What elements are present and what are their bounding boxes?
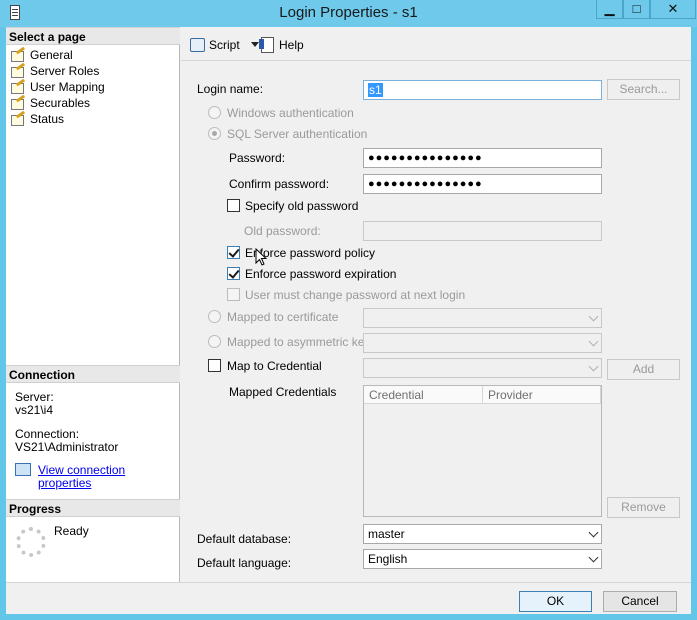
grid-column-credential: Credential [364,386,483,404]
close-button[interactable]: ✕ [650,0,696,19]
ok-button[interactable]: OK [519,591,592,612]
enforce-policy-checkbox[interactable] [227,246,240,259]
page-item-status[interactable]: Status [10,111,64,127]
page-icon [10,113,26,126]
map-credential-label: Map to Credential [227,359,322,373]
page-label: Securables [30,96,91,110]
progress-header: Progress [6,499,180,517]
asymmetric-key-select[interactable] [363,333,602,353]
sql-auth-radio[interactable] [208,127,221,140]
window-title: Login Properties - s1 [279,4,418,21]
page-icon [10,65,26,78]
grid-column-provider: Provider [483,386,601,404]
mouse-cursor-icon [255,248,268,266]
progress-status: Ready [54,524,89,538]
mapped-credentials-label: Mapped Credentials [229,385,337,399]
page-icon [10,81,26,94]
default-language-label: Default language: [197,556,292,570]
view-connection-properties-link[interactable]: View connection properties [38,464,179,490]
page-item-general[interactable]: General [10,47,73,63]
select-page-header: Select a page [6,27,180,45]
remove-button[interactable]: Remove [607,497,680,518]
server-value: vs21\i4 [15,403,54,417]
password-label: Password: [229,151,286,165]
mapped-asym-label: Mapped to asymmetric key [227,335,371,349]
connection-value: VS21\Administrator [15,440,119,454]
chevron-down-icon[interactable] [250,42,259,47]
mapped-cert-radio[interactable] [208,310,221,323]
search-button[interactable]: Search... [607,79,680,100]
specify-old-password-label: Specify old password [245,199,359,213]
add-button[interactable]: Add [607,359,680,380]
chevron-down-icon [588,336,599,347]
title-bar: Login Properties - s1 ▁ □ ✕ [0,0,697,27]
chevron-down-icon [588,361,599,372]
cancel-button[interactable]: Cancel [603,591,677,612]
page-icon [10,97,26,110]
page-label: User Mapping [30,80,105,94]
chevron-down-icon [588,552,599,563]
left-pane: Select a page General Server Roles User … [6,27,180,582]
page-label: Status [30,112,65,126]
toolbar: Script Help [181,27,691,61]
button-bar: OK Cancel [6,582,691,614]
login-name-label: Login name: [197,82,264,96]
page-item-user-mapping[interactable]: User Mapping [10,79,105,95]
chevron-down-icon [588,527,599,538]
chevron-down-icon [588,311,599,322]
general-page-form: Login name: s1 Search... Windows authent… [181,62,691,582]
old-password-field[interactable] [363,221,602,241]
mapped-asym-radio[interactable] [208,335,221,348]
must-change-checkbox[interactable] [227,288,240,301]
default-language-select[interactable]: English [363,549,602,569]
map-credential-checkbox[interactable] [208,359,221,372]
mapped-cert-label: Mapped to certificate [227,310,339,324]
maximize-button[interactable]: □ [623,0,650,19]
connection-properties-icon [15,463,31,476]
login-name-input[interactable]: s1 [363,80,602,100]
page-item-server-roles[interactable]: Server Roles [10,63,99,79]
mapped-credentials-grid[interactable]: Credential Provider [363,385,602,517]
default-database-select[interactable]: master [363,524,602,544]
help-button[interactable]: Help [259,37,304,53]
password-field[interactable]: ●●●●●●●●●●●●●●● [363,148,602,168]
page-label: Server Roles [30,64,100,78]
enforce-expiration-checkbox[interactable] [227,267,240,280]
certificate-select[interactable] [363,308,602,328]
page-item-securables[interactable]: Securables [10,95,90,111]
page-label: General [30,48,73,62]
page-icon [10,49,26,62]
script-icon [189,37,205,52]
must-change-label: User must change password at next login [245,288,466,302]
help-label: Help [279,37,304,52]
windows-auth-radio[interactable] [208,106,221,119]
script-label: Script [209,37,240,52]
minimize-button[interactable]: ▁ [596,0,623,19]
windows-auth-label: Windows authentication [227,106,354,120]
connection-header: Connection [6,365,180,383]
dialog-client: Select a page General Server Roles User … [6,27,691,614]
enforce-expiration-label: Enforce password expiration [245,267,397,281]
default-database-label: Default database: [197,532,292,546]
credential-select[interactable] [363,358,602,378]
old-password-label: Old password: [244,224,321,238]
help-icon [259,37,275,53]
script-button[interactable]: Script [189,37,259,52]
confirm-password-field[interactable]: ●●●●●●●●●●●●●●● [363,174,602,194]
sql-auth-label: SQL Server authentication [227,127,368,141]
progress-spinner-icon [16,527,46,557]
confirm-password-label: Confirm password: [229,177,330,191]
specify-old-password-checkbox[interactable] [227,199,240,212]
